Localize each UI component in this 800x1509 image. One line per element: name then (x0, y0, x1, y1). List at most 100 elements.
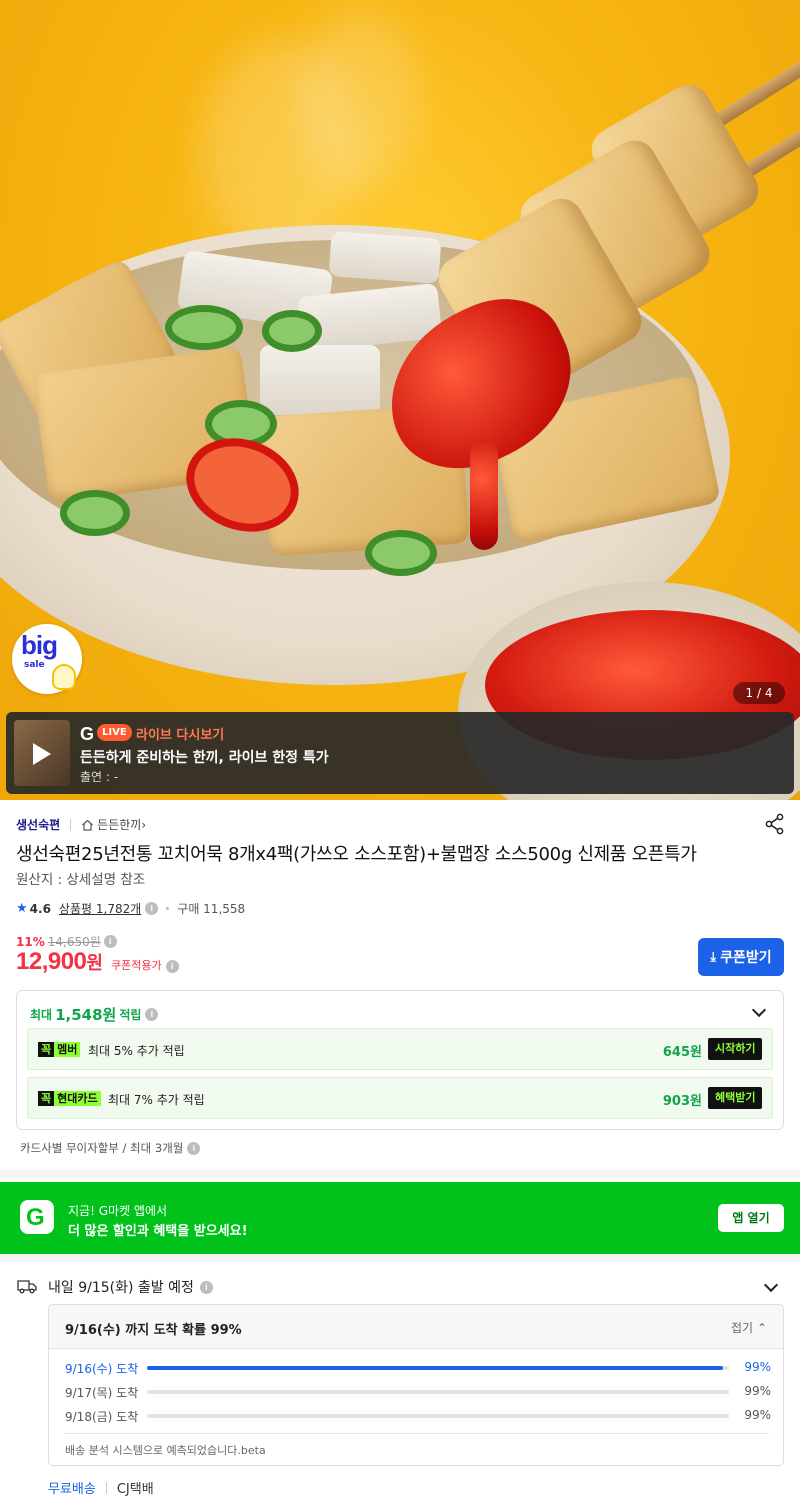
discount-percent: 11% (16, 934, 45, 949)
arrival-probability-title: 9/16(수) 까지 도착 확률 99% (65, 1323, 242, 1338)
arrival-date: 9/16(수) 도착 (65, 1362, 139, 1376)
truck-icon (17, 1280, 37, 1294)
gmarket-app-icon: G (20, 1200, 54, 1234)
arrival-percent: 99% (744, 1360, 771, 1374)
arrival-percent: 99% (744, 1384, 771, 1398)
big-sale-badge: big sale (12, 624, 82, 694)
reward-panel: 최대 1,548원 적립 i 꼭 멤버 최대 5% 추가 적립 645원 시작하… (16, 990, 784, 1130)
tag-name: 멤버 (54, 1042, 81, 1057)
get-coupon-label: 쿠폰받기 (720, 949, 772, 965)
fold-button[interactable]: 접기 ⌃ (731, 1319, 767, 1336)
info-icon[interactable]: i (103, 935, 117, 948)
product-title: 생선숙편25년전통 꼬치어묵 8개x4팩(가쓰오 소스포함)+불맵장 소스500… (16, 844, 697, 865)
gmarket-logo: G (80, 724, 95, 744)
mascot-icon (52, 664, 76, 690)
download-icon: ⤓ (710, 949, 717, 964)
installment-text: 카드사별 무이자할부 / 최대 3개월 (20, 1141, 184, 1155)
info-icon[interactable]: i (165, 960, 179, 973)
free-shipping-label: 무료배송 (48, 1482, 96, 1497)
member-tag: 꼭 멤버 (38, 1042, 81, 1057)
arrival-percent: 99% (744, 1408, 771, 1422)
get-benefit-button[interactable]: 혜택받기 (708, 1087, 763, 1109)
info-icon[interactable]: i (199, 1280, 213, 1294)
brand-row: 생선숙편 든든한끼 › (16, 816, 146, 833)
arrival-row: 9/18(금) 도착 99% (65, 1408, 771, 1424)
arrival-progress-bar (147, 1390, 729, 1394)
app-promo-line2: 더 많은 할인과 혜택을 받으세요! (68, 1224, 248, 1239)
fold-label: 접기 (731, 1321, 754, 1335)
big-sale-badge-sale: sale (24, 660, 45, 670)
arrival-forecast-header: 9/16(수) 까지 도착 확률 99% 접기 ⌃ (49, 1305, 783, 1349)
arrival-progress-bar (147, 1366, 729, 1370)
chevron-right-icon: › (141, 817, 147, 832)
shop-name: 든든한끼 (97, 818, 142, 832)
big-sale-badge-big: big (21, 630, 58, 660)
review-link[interactable]: 상품평 1,782개 (59, 900, 141, 917)
app-promo-banner[interactable]: G 지금! G마켓 앱에서 더 많은 할인과 혜택을 받으세요! 앱 열기 (0, 1182, 800, 1254)
start-membership-button[interactable]: 시작하기 (708, 1038, 763, 1060)
reward-prefix: 최대 (30, 1008, 53, 1022)
shop-link[interactable]: 든든한끼 › (81, 816, 146, 833)
product-image-carousel[interactable]: big sale 1 / 4 G LIVE 라이브 다시보기 든든하게 준비하는… (0, 0, 800, 800)
divider (65, 1433, 769, 1434)
info-icon[interactable]: i (145, 1008, 159, 1021)
brand-link[interactable]: 생선숙편 (16, 816, 60, 833)
review-count: 1,782개 (95, 902, 142, 916)
sauce-drip-image (470, 440, 498, 550)
tag-name: 현대카드 (54, 1091, 101, 1106)
reward-item-amount: 903원 (662, 1094, 702, 1109)
live-thumbnail[interactable] (14, 720, 70, 786)
live-replay-banner[interactable]: G LIVE 라이브 다시보기 든든하게 준비하는 한끼, 라이브 한정 특가 … (6, 712, 794, 794)
arrival-row: 9/17(목) 도착 99% (65, 1384, 771, 1400)
price-row: 12,900 원 쿠폰적용가 i (16, 948, 179, 976)
shipping-title-row: 내일 9/15(화) 출발 예정 i (48, 1277, 213, 1297)
reward-item-amount: 645원 (662, 1045, 702, 1060)
reward-amount: 1,548원 (55, 1006, 117, 1024)
arrival-row: 9/16(수) 도착 99% (65, 1360, 771, 1376)
card-tag: 꼭 현대카드 (38, 1091, 101, 1106)
carousel-page-indicator: 1 / 4 (733, 682, 785, 704)
sale-price: 12,900 (16, 948, 87, 975)
tag-prefix: 꼭 (38, 1042, 55, 1057)
rice-cake-image (328, 231, 442, 284)
star-icon: ★ (16, 901, 28, 916)
app-promo-line1: 지금! G마켓 앱에서 (68, 1204, 168, 1218)
coupon-applied-label: 쿠폰적용가 (110, 959, 162, 972)
get-coupon-button[interactable]: ⤓ 쿠폰받기 (698, 938, 784, 976)
share-icon[interactable] (764, 813, 786, 835)
purchase-count: 구매 11,558 (177, 902, 246, 916)
info-icon[interactable]: i (145, 902, 159, 915)
arrival-forecast-panel: 9/16(수) 까지 도착 확률 99% 접기 ⌃ 9/16(수) 도착 99%… (48, 1304, 784, 1466)
reward-desc: 최대 7% 추가 적립 (108, 1093, 205, 1107)
info-icon[interactable]: i (187, 1141, 201, 1155)
chevron-down-icon[interactable] (763, 1277, 779, 1293)
carrier-name: CJ택배 (116, 1482, 154, 1497)
steam-decoration (300, 10, 420, 190)
green-pepper-image (60, 490, 130, 536)
live-replay-title: 라이브 다시보기 (136, 728, 225, 743)
reward-item-member: 꼭 멤버 최대 5% 추가 적립 645원 시작하기 (27, 1028, 773, 1070)
live-host: 출연 : - (80, 770, 119, 784)
arrival-date: 9/18(금) 도착 (65, 1410, 139, 1424)
shipping-departure: 내일 9/15(화) 출발 예정 (48, 1280, 194, 1296)
price-unit: 원 (86, 953, 103, 974)
open-app-button[interactable]: 앱 열기 (718, 1204, 784, 1232)
gmarket-logo-letter: G (26, 1204, 45, 1231)
arrival-progress-fill (147, 1366, 724, 1370)
green-pepper-image (262, 310, 322, 352)
section-divider (0, 1254, 800, 1262)
play-icon[interactable] (33, 743, 51, 765)
forecast-note: 배송 분석 시스템으로 예측되었습니다.beta (65, 1444, 266, 1457)
divider (105, 1481, 107, 1494)
installment-info: 카드사별 무이자할부 / 최대 3개월 i (20, 1140, 201, 1156)
review-label: 상품평 (58, 902, 93, 916)
chevron-up-icon: ⌃ (756, 1321, 767, 1335)
green-pepper-image (165, 305, 243, 350)
reward-item-card: 꼭 현대카드 최대 7% 추가 적립 903원 혜택받기 (27, 1077, 773, 1119)
rating-value: 4.6 (29, 901, 51, 916)
arrival-date: 9/17(목) 도착 (65, 1386, 139, 1400)
reward-desc: 최대 5% 추가 적립 (88, 1044, 185, 1058)
chevron-down-icon[interactable] (751, 1002, 767, 1018)
green-pepper-image (365, 530, 437, 576)
reward-suffix: 적립 (119, 1008, 142, 1022)
